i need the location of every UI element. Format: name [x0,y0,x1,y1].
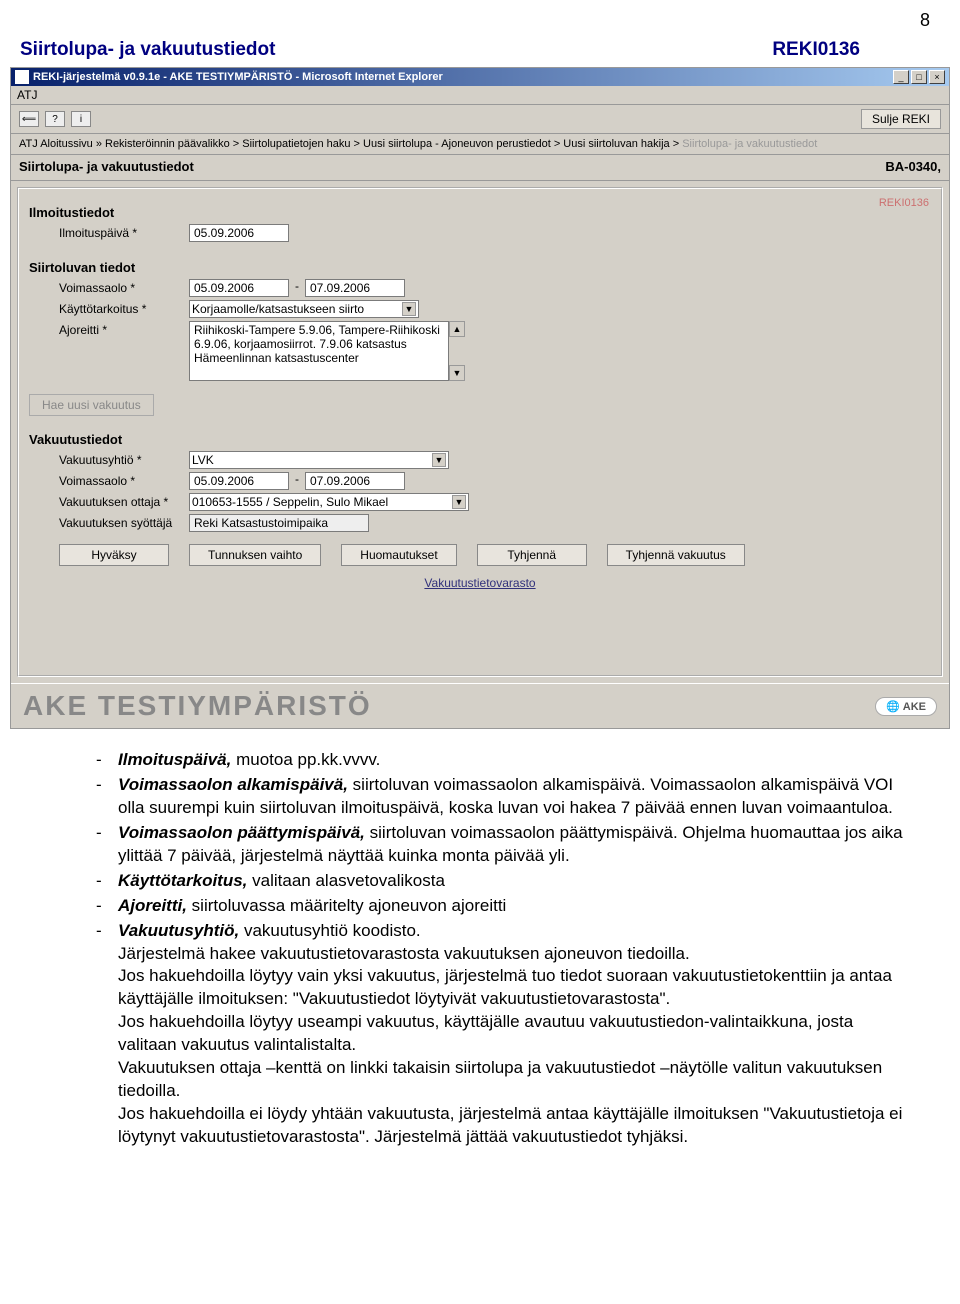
minimize-icon[interactable]: _ [893,70,909,84]
voimassaolo-from-input[interactable] [189,279,289,297]
close-icon[interactable]: × [929,70,945,84]
hyvaksy-button[interactable]: Hyväksy [59,544,169,566]
content-panel: REKI0136 Ilmoitustiedot Ilmoituspäivä * … [17,187,943,677]
menu-atj[interactable]: ATJ [17,88,37,102]
doc-bullet: Vakuutusyhtiö, vakuutusyhtiö koodisto.Jä… [90,920,910,1149]
ilmoituspaiva-input[interactable] [189,224,289,242]
vakuutusyhtio-label: Vakuutusyhtiö * [29,451,189,467]
tyhjenna-vakuutus-button[interactable]: Tyhjennä vakuutus [607,544,745,566]
chevron-down-icon: ▼ [452,495,466,509]
vakuutustiedot-heading: Vakuutustiedot [29,432,931,447]
window-title: REKI-järjestelmä v0.9.1e - AKE TESTIYMPÄ… [33,71,893,83]
chevron-down-icon: ▼ [402,302,416,316]
ajoreitti-textarea[interactable]: Riihikoski-Tampere 5.9.06, Tampere-Riihi… [189,321,449,381]
page-number: 8 [0,0,960,31]
voimassaolo-label: Voimassaolo * [29,279,189,295]
ajoreitti-label: Ajoreitti * [29,321,189,337]
scroll-down-icon[interactable]: ▼ [449,365,465,381]
chevron-down-icon: ▼ [432,453,446,467]
breadcrumb-current: Siirtolupa- ja vakuutustiedot [682,138,817,150]
range-separator: - [295,472,299,486]
toolbar: ⟸ ? i Sulje REKI [11,105,949,134]
doc-bullet: Voimassaolon alkamispäivä, siirtoluvan v… [90,774,910,820]
registration-code: BA-0340, [885,159,941,174]
vakuutuksen-ottaja-label: Vakuutuksen ottaja * [29,493,189,509]
browser-window: REKI-järjestelmä v0.9.1e - AKE TESTIYMPÄ… [10,67,950,729]
vak-voimassaolo-label: Voimassaolo * [29,472,189,488]
info-icon[interactable]: i [71,111,91,127]
vakuutusyhtio-select[interactable]: LVK ▼ [189,451,449,469]
doc-bullet: Voimassaolon päättymispäivä, siirtoluvan… [90,822,910,868]
tyhjenna-button[interactable]: Tyhjennä [477,544,587,566]
breadcrumb-path[interactable]: ATJ Aloitussivu » Rekisteröinnin päävali… [19,138,682,150]
page-title: Siirtolupa- ja vakuutustiedot [19,159,885,174]
panel-code: REKI0136 [879,197,929,209]
doc-bullet: Käyttötarkoitus, valitaan alasvetovaliko… [90,870,910,893]
doc-bullet: Ajoreitti, siirtoluvassa määritelty ajon… [90,895,910,918]
doc-bullet: Ilmoituspäivä, muotoa pp.kk.vvvv. [90,749,910,772]
kayttotarkoitus-label: Käyttötarkoitus * [29,300,189,316]
document-body: Ilmoituspäivä, muotoa pp.kk.vvvv.Voimass… [0,729,960,1171]
breadcrumb: ATJ Aloitussivu » Rekisteröinnin päävali… [11,134,949,155]
back-icon[interactable]: ⟸ [19,111,39,127]
maximize-icon[interactable]: □ [911,70,927,84]
vakuutuksen-syottaja-field: Reki Katsastustoimipaika [189,514,369,532]
ilmoituspaiva-label: Ilmoituspäivä * [29,224,189,240]
kayttotarkoitus-select[interactable]: Korjaamolle/katsastukseen siirto ▼ [189,300,419,318]
close-reki-button[interactable]: Sulje REKI [861,109,941,129]
range-separator: - [295,279,299,293]
voimassaolo-to-input[interactable] [305,279,405,297]
doc-code: REKI0136 [772,39,860,61]
vak-voimassaolo-to-input[interactable] [305,472,405,490]
vakuutuksen-syottaja-label: Vakuutuksen syöttäjä [29,514,189,530]
scroll-up-icon[interactable]: ▲ [449,321,465,337]
window-titlebar: REKI-järjestelmä v0.9.1e - AKE TESTIYMPÄ… [11,68,949,86]
hae-uusi-vakuutus-button: Hae uusi vakuutus [29,394,154,416]
vak-voimassaolo-from-input[interactable] [189,472,289,490]
app-icon [15,70,29,84]
menubar: ATJ [11,86,949,105]
footer-env-label: AKE TESTIYMPÄRISTÖ [23,690,875,722]
vakuutustietovarasto-link[interactable]: Vakuutustietovarasto [424,576,535,590]
doc-heading: Siirtolupa- ja vakuutustiedot [20,39,772,61]
siirtoluvan-heading: Siirtoluvan tiedot [29,260,931,275]
ilmoitustiedot-heading: Ilmoitustiedot [29,205,931,220]
ake-logo: 🌐 AKE [875,697,937,716]
help-icon[interactable]: ? [45,111,65,127]
vakuutuksen-ottaja-select[interactable]: 010653-1555 / Seppelin, Sulo Mikael ▼ [189,493,469,511]
huomautukset-button[interactable]: Huomautukset [341,544,456,566]
tunnuksen-vaihto-button[interactable]: Tunnuksen vaihto [189,544,321,566]
